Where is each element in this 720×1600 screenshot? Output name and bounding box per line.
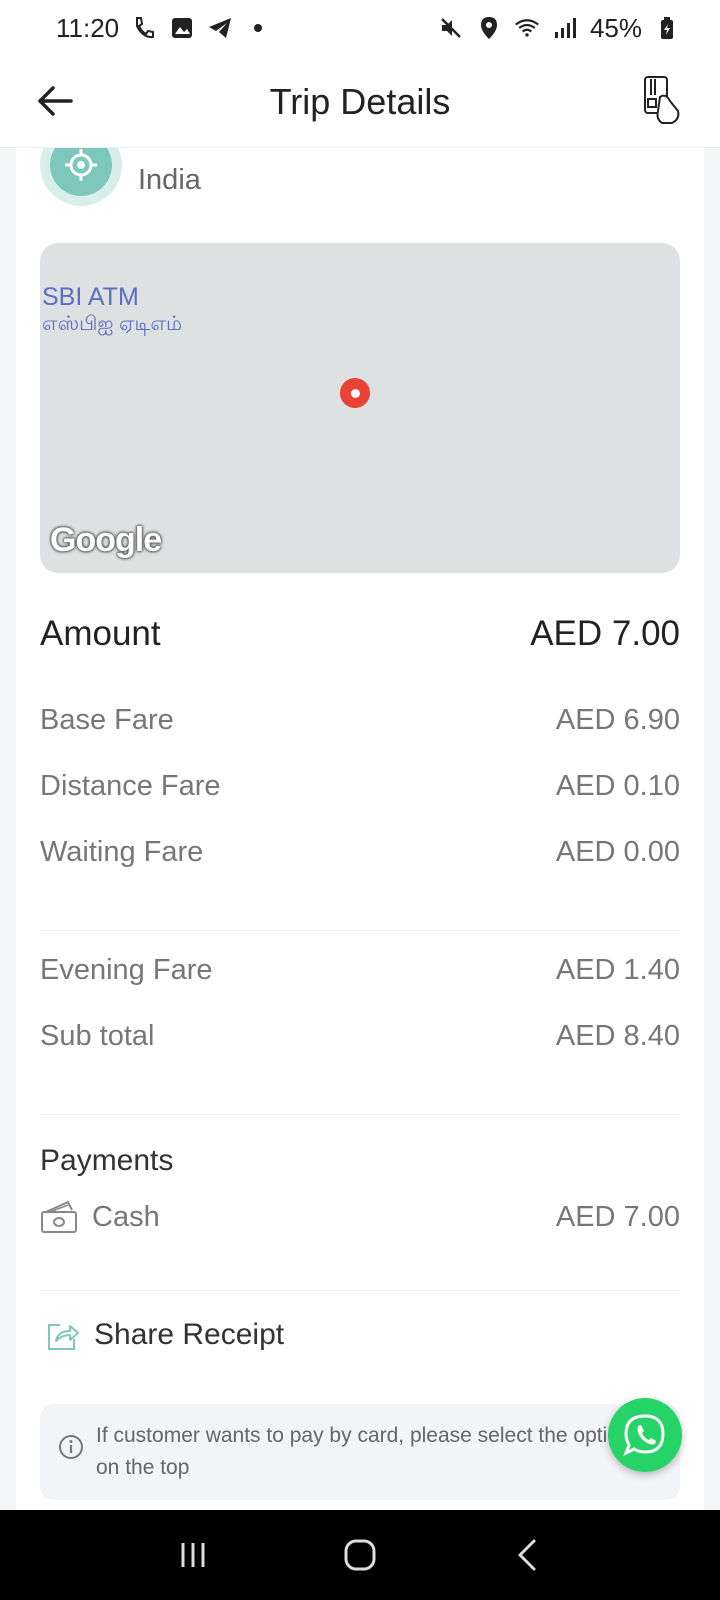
payments-title: Payments — [40, 1144, 174, 1177]
recents-icon — [181, 1543, 205, 1567]
trip-map[interactable]: SBI ATM எஸ்பிஐ ஏடிஎம் Google — [40, 243, 680, 573]
status-left: 11:20 — [56, 13, 271, 44]
fare-label: Evening Fare — [40, 954, 213, 986]
card-payment-icon — [644, 76, 680, 124]
cash-icon — [41, 1200, 77, 1233]
fare-row-base: Base Fare AED 6.90 — [40, 704, 680, 737]
google-logo: Google — [50, 521, 162, 559]
card-payment-button[interactable] — [634, 70, 690, 130]
card-info-box: If customer wants to pay by card, please… — [40, 1404, 680, 1500]
divider — [40, 930, 680, 931]
fare-value: AED 6.90 — [555, 704, 680, 736]
info-text: If customer wants to pay by card, please… — [96, 1424, 631, 1479]
status-bar: 11:20 45% — [0, 0, 720, 56]
mute-icon — [438, 15, 464, 41]
page-title: Trip Details — [269, 80, 451, 122]
fare-label: Waiting Fare — [40, 836, 204, 868]
info-icon — [59, 1435, 83, 1459]
fare-row-evening: Evening Fare AED 1.40 — [40, 954, 680, 987]
recents-button[interactable] — [163, 1525, 223, 1585]
fare-label: Sub total — [40, 1020, 155, 1052]
map-place-label-local: எஸ்பிஐ ஏடிஎம் — [42, 313, 183, 335]
telegram-icon — [207, 15, 233, 41]
share-receipt-label: Share Receipt — [94, 1318, 285, 1351]
system-nav-bar — [0, 1510, 720, 1600]
fare-row-distance: Distance Fare AED 0.10 — [40, 770, 680, 803]
payment-method: Cash — [92, 1200, 160, 1233]
amount-row: Amount AED 7.00 — [40, 614, 680, 654]
fare-value: AED 0.10 — [555, 770, 680, 802]
signal-icon — [552, 15, 578, 41]
trip-details-content: India SBI ATM எஸ்பிஐ ஏடிஎம் Google Amoun… — [16, 148, 704, 1510]
amount-label: Amount — [40, 614, 161, 653]
fare-label: Distance Fare — [40, 770, 221, 802]
fare-value: AED 0.00 — [555, 836, 680, 868]
chevron-left-icon — [518, 1539, 536, 1571]
location-text: India — [138, 164, 201, 196]
fare-value: AED 1.40 — [555, 954, 680, 986]
battery-percent: 45% — [589, 12, 642, 43]
fare-label: Base Fare — [40, 704, 174, 736]
status-time: 11:20 — [56, 12, 120, 43]
drop-location: India — [40, 148, 201, 206]
arrow-left-icon — [38, 86, 73, 116]
status-right: 45% — [438, 13, 680, 44]
location-target-icon — [40, 148, 122, 206]
fare-row-waiting: Waiting Fare AED 0.00 — [40, 836, 680, 869]
map-place-label: SBI ATM — [42, 283, 139, 311]
share-icon — [48, 1324, 79, 1350]
whatsapp-button[interactable] — [608, 1398, 682, 1472]
app-bar: Trip Details — [0, 56, 720, 148]
home-button[interactable] — [330, 1525, 390, 1585]
divider — [40, 1114, 680, 1115]
back-button[interactable] — [30, 76, 80, 126]
whatsapp-icon — [623, 1414, 665, 1457]
phone-icon — [131, 15, 157, 41]
gallery-icon — [169, 15, 195, 41]
location-icon — [476, 15, 502, 41]
notification-dot-icon — [245, 15, 271, 41]
divider — [40, 1290, 680, 1291]
back-nav-button[interactable] — [497, 1525, 557, 1585]
fare-row-subtotal: Sub total AED 8.40 — [40, 1020, 680, 1053]
wifi-icon — [514, 15, 540, 41]
amount-value: AED 7.00 — [530, 614, 680, 653]
home-icon — [344, 1539, 376, 1571]
share-receipt-button[interactable]: Share Receipt — [46, 1318, 284, 1352]
map-pin-icon — [340, 378, 370, 408]
payment-row-cash: Cash AED 7.00 — [40, 1200, 680, 1234]
payment-value: AED 7.00 — [555, 1200, 680, 1233]
fare-value: AED 8.40 — [555, 1020, 680, 1052]
battery-icon — [654, 15, 680, 41]
